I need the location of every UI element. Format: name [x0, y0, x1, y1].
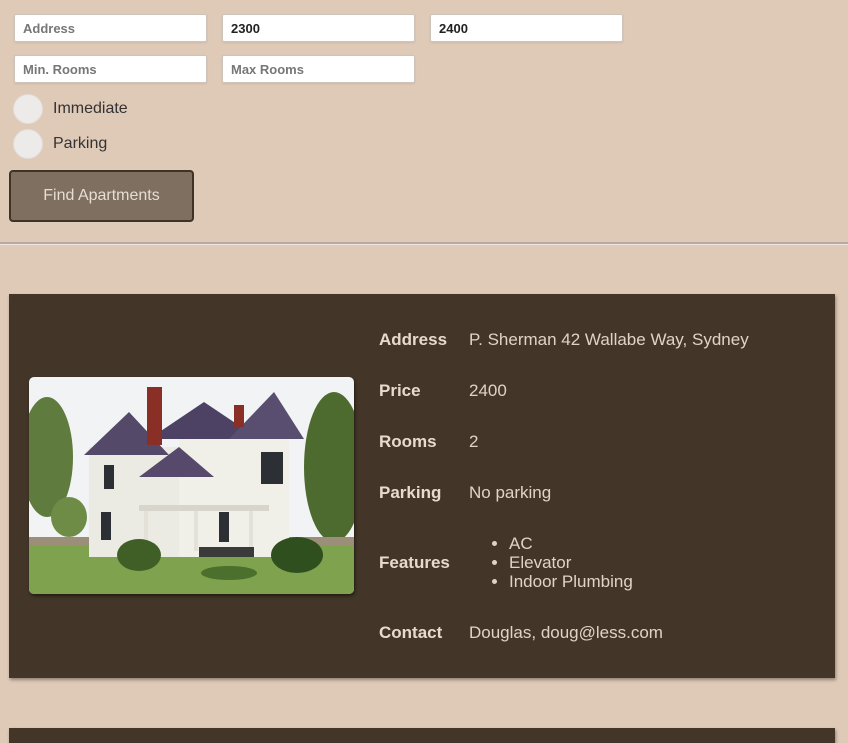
immediate-checkbox[interactable] — [13, 94, 43, 124]
find-apartments-button[interactable]: Find Apartments — [9, 170, 194, 222]
min-price-input[interactable] — [222, 14, 415, 42]
contact-value: Douglas, doug@less.com — [469, 623, 663, 642]
min-rooms-input[interactable] — [14, 55, 207, 83]
parking-label: Parking — [53, 135, 108, 152]
max-price-input[interactable] — [430, 14, 623, 42]
parking-value: No parking — [469, 483, 552, 502]
feature-item: Elevator — [509, 553, 633, 572]
feature-item: AC — [509, 534, 633, 553]
feature-item: Indoor Plumbing — [509, 572, 633, 591]
features-list: AC Elevator Indoor Plumbing — [469, 534, 633, 591]
address-input[interactable] — [14, 14, 207, 42]
listing-card: Address P. Sherman 42 Wallabe Way, Sydne… — [9, 294, 835, 678]
immediate-label: Immediate — [53, 100, 128, 117]
contact-row: Contact Douglas, doug@less.com — [379, 623, 663, 643]
features-row: Features AC Elevator Indoor Plumbing — [379, 534, 633, 591]
address-value: P. Sherman 42 Wallabe Way, Sydney — [469, 330, 749, 349]
features-label: Features — [379, 552, 450, 572]
parking-row: Parking No parking — [379, 483, 551, 503]
rooms-value: 2 — [469, 432, 479, 451]
price-value: 2400 — [469, 381, 507, 400]
address-label: Address — [379, 330, 448, 349]
contact-label: Contact — [379, 623, 443, 642]
parking-detail-label: Parking — [379, 483, 442, 502]
address-row: Address P. Sherman 42 Wallabe Way, Sydne… — [379, 330, 749, 350]
parking-checkbox[interactable] — [13, 129, 43, 159]
price-row: Price 2400 — [379, 381, 507, 401]
parking-option[interactable]: Parking — [13, 129, 107, 159]
listing-card-next — [9, 728, 835, 743]
price-label: Price — [379, 381, 421, 400]
rooms-label: Rooms — [379, 432, 437, 451]
house-photo — [29, 377, 354, 594]
immediate-option[interactable]: Immediate — [13, 94, 128, 124]
rooms-row: Rooms 2 — [379, 432, 478, 452]
divider — [0, 242, 848, 245]
max-rooms-input[interactable] — [222, 55, 415, 83]
